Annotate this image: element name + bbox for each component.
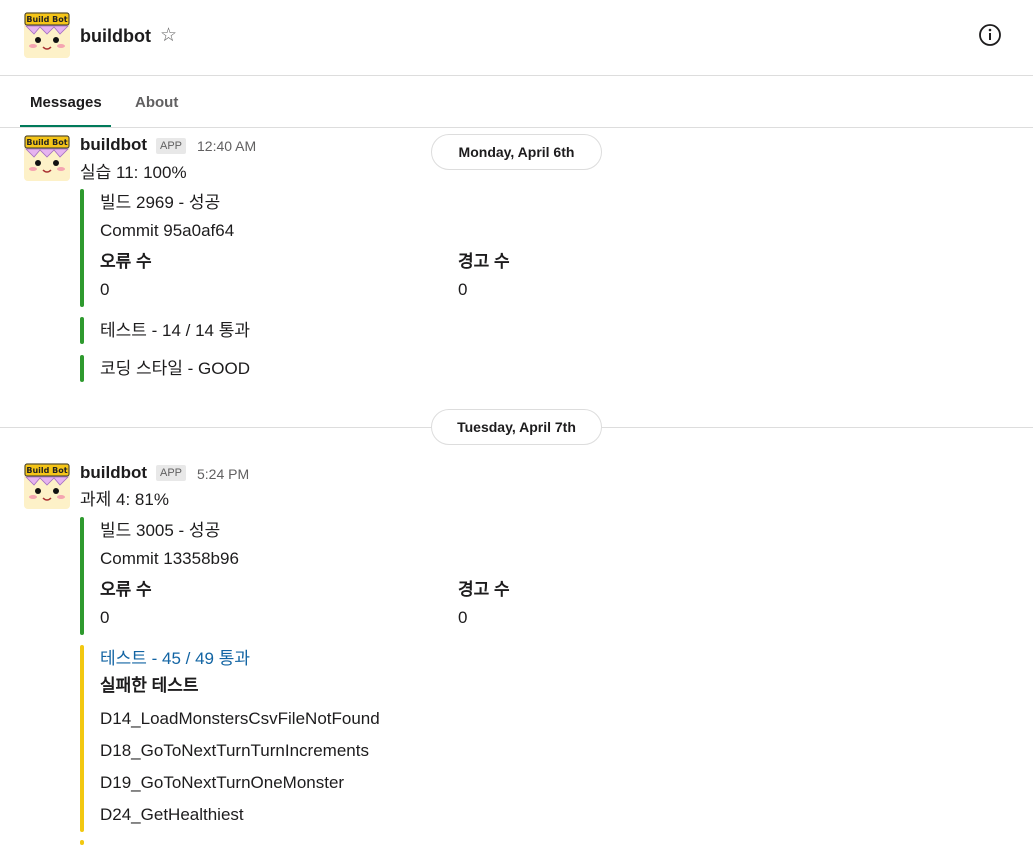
info-circle-icon[interactable] — [978, 23, 1002, 47]
app-badge: APP — [156, 138, 187, 154]
attachment-bar — [80, 355, 84, 382]
attachment-bar — [80, 645, 84, 832]
failed-test-item: D19_GoToNextTurnOneMonster — [100, 773, 345, 792]
avatar-illustration: Build Bot — [24, 463, 70, 509]
message-timestamp[interactable]: 12:40 AM — [197, 136, 256, 156]
field-label-errors: 오류 수 — [100, 580, 152, 599]
failed-test-item: D14_LoadMonstersCsvFileNotFound — [100, 709, 380, 728]
tests-summary: 테스트 - 14 / 14 통과 — [100, 321, 251, 340]
avatar-label: Build Bot — [26, 15, 67, 24]
field-value-warnings: 0 — [458, 280, 468, 299]
channel-header: Build Bot buildbot ☆ — [0, 0, 1033, 76]
tab-messages[interactable]: Messages — [30, 93, 102, 113]
build-title: 빌드 2969 - 성공 — [100, 193, 221, 212]
avatar-illustration: Build Bot — [24, 12, 70, 58]
field-value-errors: 0 — [100, 280, 110, 299]
tab-about[interactable]: About — [135, 93, 178, 113]
message-avatar[interactable]: Build Bot — [24, 463, 70, 509]
message-author[interactable]: buildbot — [80, 134, 147, 156]
channel-title[interactable]: buildbot — [80, 24, 151, 48]
field-label-warnings: 경고 수 — [458, 580, 510, 599]
attachment-bar — [80, 840, 84, 845]
avatar-label: Build Bot — [26, 138, 67, 147]
avatar-illustration: Build Bot — [24, 135, 70, 181]
star-outline-icon[interactable]: ☆ — [160, 26, 177, 46]
date-divider-pill[interactable]: Monday, April 6th — [431, 134, 602, 170]
tab-bar: Messages About — [0, 76, 1033, 128]
commit-id: Commit 13358b96 — [100, 549, 239, 568]
tests-summary-link[interactable]: 테스트 - 45 / 49 통과 — [100, 648, 250, 670]
failed-tests-heading: 실패한 테스트 — [100, 676, 199, 695]
coding-style-summary: 코딩 스타일 - GOOD — [100, 359, 250, 378]
active-tab-indicator — [20, 125, 111, 127]
message-text: 과제 4: 81% — [80, 490, 169, 509]
message-author[interactable]: buildbot — [80, 462, 147, 484]
attachment-bar — [80, 189, 84, 307]
message-timestamp[interactable]: 5:24 PM — [197, 464, 249, 484]
field-label-warnings: 경고 수 — [458, 252, 510, 271]
build-title: 빌드 3005 - 성공 — [100, 521, 221, 540]
date-divider-pill[interactable]: Tuesday, April 7th — [431, 409, 602, 445]
app-badge: APP — [156, 465, 187, 481]
failed-test-item: D24_GetHealthiest — [100, 805, 244, 824]
message-avatar[interactable]: Build Bot — [24, 135, 70, 181]
attachment-bar — [80, 317, 84, 344]
field-label-errors: 오류 수 — [100, 252, 152, 271]
field-value-errors: 0 — [100, 608, 110, 627]
failed-test-item: D18_GoToNextTurnTurnIncrements — [100, 741, 369, 760]
field-value-warnings: 0 — [458, 608, 468, 627]
attachment-bar — [80, 517, 84, 635]
avatar-label: Build Bot — [26, 466, 67, 475]
bot-avatar[interactable]: Build Bot — [24, 12, 70, 58]
commit-id: Commit 95a0af64 — [100, 221, 235, 240]
message-text: 실습 11: 100% — [80, 163, 187, 182]
